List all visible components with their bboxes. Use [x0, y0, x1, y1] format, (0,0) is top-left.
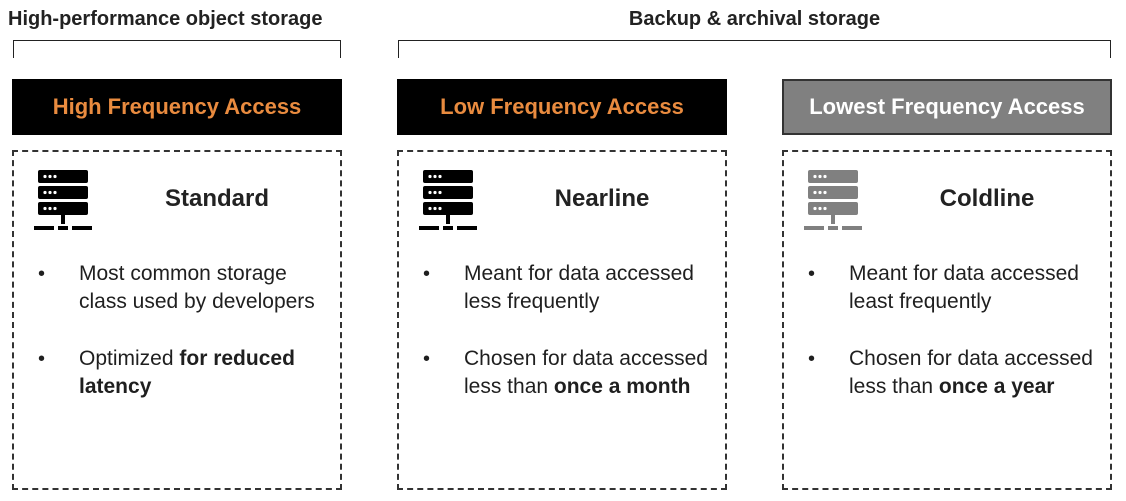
bullet-bold-text: once a month	[553, 375, 691, 398]
server-icon	[34, 170, 92, 230]
card-title: Standard	[164, 185, 269, 212]
bullet-text: Meant for data accessed least frequently	[849, 262, 1079, 313]
header-label: Low Frequency Access	[440, 94, 684, 119]
bullet-list: Most common storage class used by develo…	[38, 260, 332, 430]
card-title: Coldline	[939, 185, 1035, 212]
group-label-high-performance: High-performance object storage	[8, 8, 323, 30]
server-icon	[804, 170, 862, 230]
bullet-item: Chosen for data accessed less than once …	[423, 345, 717, 401]
bullet-item: Optimized for reduced latency	[38, 345, 332, 401]
header-low-frequency: Low Frequency Access	[397, 79, 727, 135]
card-title: Nearline	[554, 185, 650, 212]
card-nearline: Nearline Meant for data accessed less fr…	[397, 150, 727, 490]
bullet-item: Chosen for data accessed less than once …	[808, 345, 1102, 401]
header-label: High Frequency Access	[52, 94, 302, 119]
card-standard: Standard Most common storage class used …	[12, 150, 342, 490]
bullet-text: Most common storage class used by develo…	[79, 262, 315, 313]
bullet-bold-text: once a year	[938, 375, 1055, 398]
bracket-backup-archival	[398, 40, 1111, 58]
bullet-text: Meant for data accessed less frequently	[464, 262, 694, 313]
header-lowest-frequency: Lowest Frequency Access	[782, 79, 1112, 135]
bullet-text: Optimized	[79, 347, 180, 370]
header-high-frequency: High Frequency Access	[12, 79, 342, 135]
bullet-list: Meant for data accessed less frequently …	[423, 260, 717, 430]
bullet-item: Meant for data accessed less frequently	[423, 260, 717, 316]
server-icon	[419, 170, 477, 230]
bracket-high-performance	[13, 40, 341, 58]
bullet-list: Meant for data accessed least frequently…	[808, 260, 1102, 430]
card-coldline: Coldline Meant for data accessed least f…	[782, 150, 1112, 490]
header-label: Lowest Frequency Access	[809, 94, 1085, 119]
bullet-item: Most common storage class used by develo…	[38, 260, 332, 316]
bullet-item: Meant for data accessed least frequently	[808, 260, 1102, 316]
group-label-backup-archival: Backup & archival storage	[628, 8, 881, 30]
